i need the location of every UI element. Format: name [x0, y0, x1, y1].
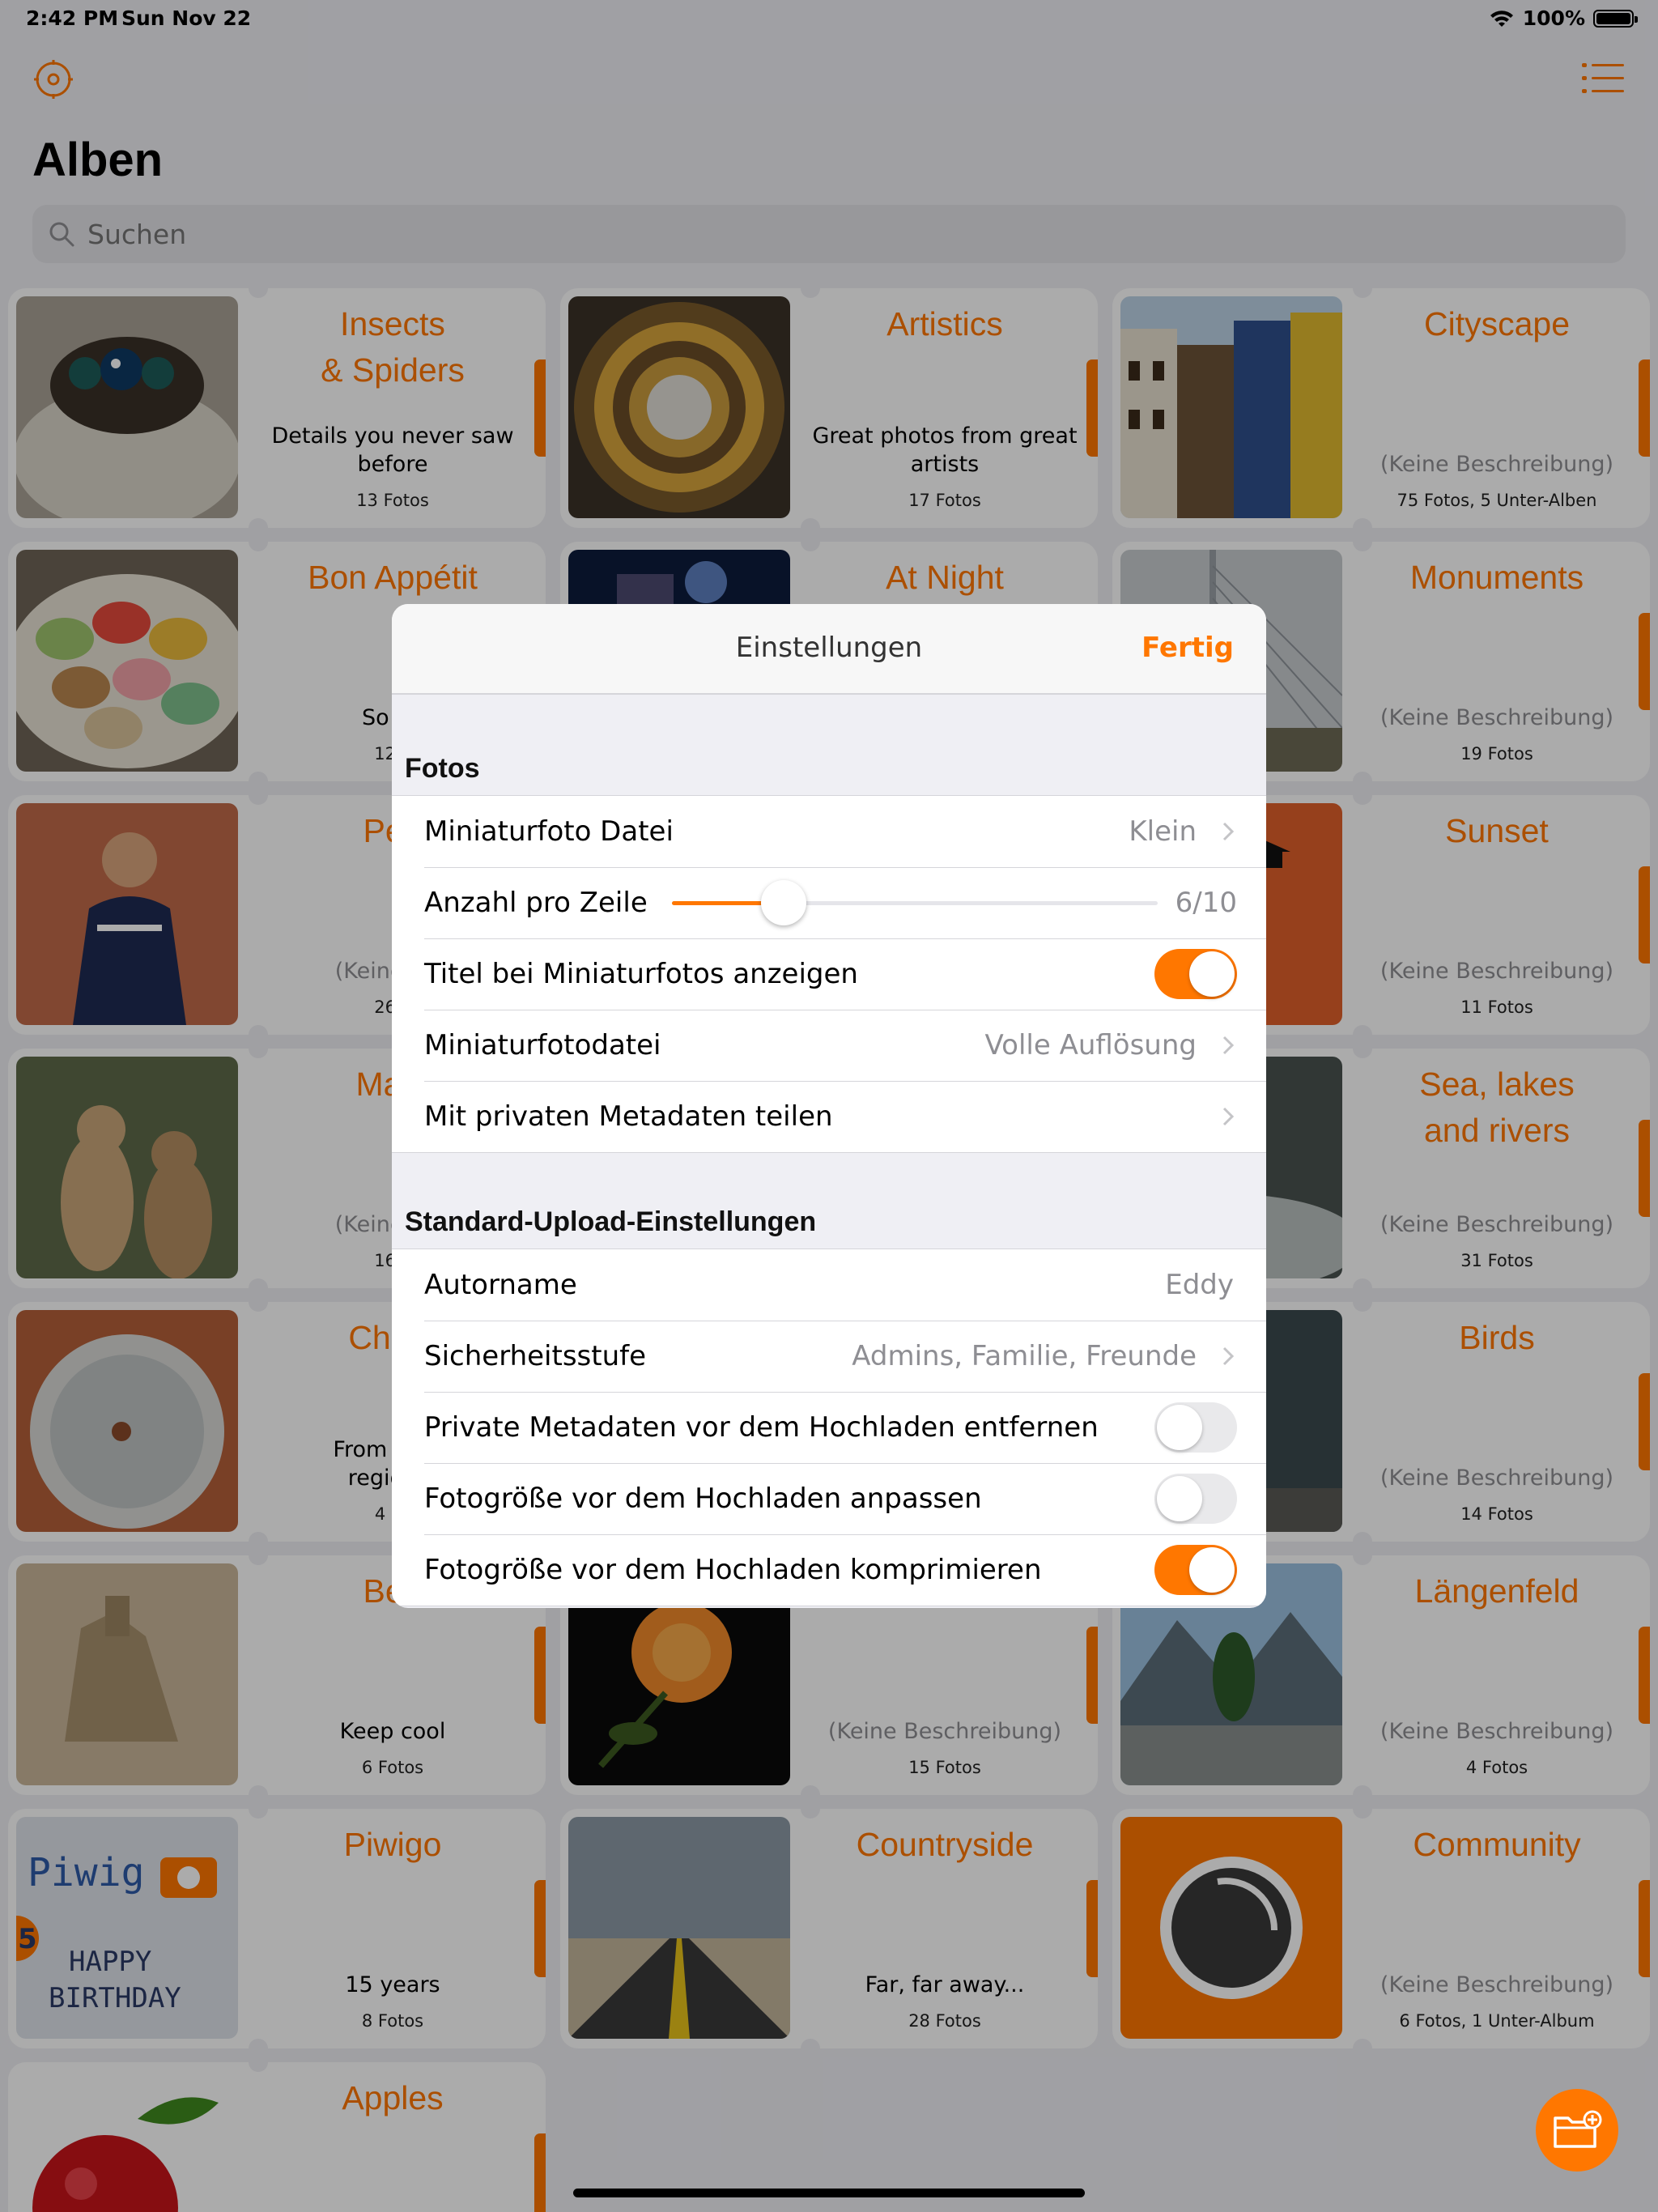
chevron-right-icon [1222, 1036, 1235, 1055]
privacy-level-value: Admins, Familie, Freunde [852, 1340, 1197, 1372]
show-titles-toggle[interactable] [1154, 949, 1237, 999]
author-row[interactable]: Autorname Eddy [392, 1249, 1266, 1321]
compress-toggle[interactable] [1154, 1545, 1237, 1595]
author-value[interactable]: Eddy [1165, 1269, 1234, 1301]
strip-metadata-row: Private Metadaten vor dem Hochladen entf… [392, 1392, 1266, 1463]
resize-row: Fotogröße vor dem Hochladen anpassen [392, 1463, 1266, 1534]
thumbnail-image-value: Volle Auflösung [984, 1029, 1197, 1061]
home-indicator [573, 2189, 1085, 2197]
thumbnail-image-row[interactable]: Miniaturfotodatei Volle Auflösung [392, 1010, 1266, 1081]
chevron-right-icon [1222, 1346, 1235, 1366]
show-titles-label: Titel bei Miniaturfotos anzeigen [424, 958, 858, 990]
privacy-level-label: Sicherheitsstufe [424, 1340, 647, 1372]
thumbnail-image-label: Miniaturfotodatei [424, 1029, 661, 1061]
per-row-value: 6/10 [1175, 887, 1237, 919]
photos-settings-group: Miniaturfoto Datei Klein Anzahl pro Zeil… [392, 795, 1266, 1153]
settings-sheet: Einstellungen Fertig Fotos Miniaturfoto … [392, 604, 1266, 1608]
thumbnail-file-value: Klein [1129, 815, 1197, 848]
show-titles-row: Titel bei Miniaturfotos anzeigen [392, 938, 1266, 1010]
per-row-row: Anzahl pro Zeile 6/10 [392, 867, 1266, 938]
per-row-slider[interactable] [671, 880, 1158, 925]
thumbnail-file-row[interactable]: Miniaturfoto Datei Klein [392, 796, 1266, 867]
privacy-level-row[interactable]: Sicherheitsstufe Admins, Familie, Freund… [392, 1321, 1266, 1392]
per-row-label: Anzahl pro Zeile [424, 887, 648, 919]
thumbnail-file-label: Miniaturfoto Datei [424, 815, 674, 848]
folder-add-icon [1554, 2110, 1602, 2148]
upload-settings-group: Autorname Eddy Sicherheitsstufe Admins, … [392, 1249, 1266, 1606]
strip-metadata-toggle[interactable] [1154, 1402, 1237, 1453]
share-metadata-label: Mit privaten Metadaten teilen [424, 1100, 833, 1133]
sheet-title: Einstellungen [735, 632, 923, 664]
chevron-right-icon [1222, 822, 1235, 841]
add-album-button[interactable] [1536, 2089, 1618, 2172]
share-metadata-row[interactable]: Mit privaten Metadaten teilen [392, 1081, 1266, 1152]
compress-label: Fotogröße vor dem Hochladen komprimieren [424, 1554, 1042, 1586]
strip-metadata-label: Private Metadaten vor dem Hochladen entf… [424, 1411, 1099, 1444]
section-title-upload: Standard-Upload-Einstellungen [405, 1206, 817, 1237]
sheet-header: Einstellungen Fertig [392, 604, 1266, 695]
slider-knob[interactable] [761, 880, 807, 925]
section-title-photos: Fotos [405, 753, 480, 784]
author-label: Autorname [424, 1269, 577, 1301]
resize-toggle[interactable] [1154, 1474, 1237, 1524]
resize-label: Fotogröße vor dem Hochladen anpassen [424, 1482, 982, 1515]
done-button[interactable]: Fertig [1141, 632, 1234, 664]
compress-row: Fotogröße vor dem Hochladen komprimieren [392, 1534, 1266, 1606]
chevron-right-icon [1222, 1107, 1235, 1126]
